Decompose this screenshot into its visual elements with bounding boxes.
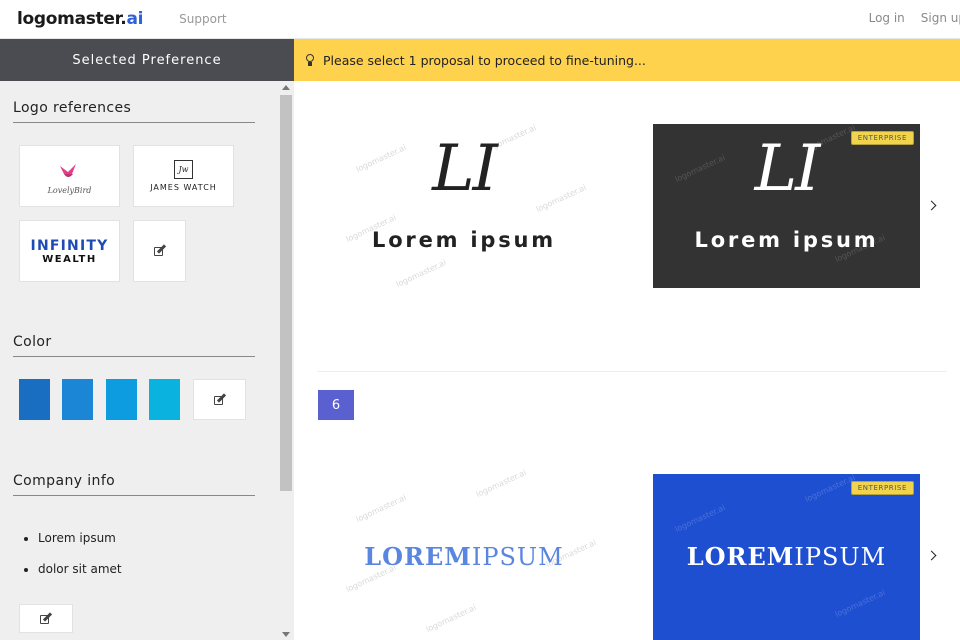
wordmark-bold: LOREM bbox=[686, 542, 795, 571]
watermark: logomaster.ai bbox=[354, 492, 408, 525]
logo-reference-lovelybird[interactable]: LovelyBird bbox=[19, 145, 120, 207]
color-swatch-1[interactable] bbox=[19, 379, 50, 420]
proposal-preview-light[interactable]: logomaster.ai logomaster.ai logomaster.a… bbox=[334, 123, 594, 290]
sidebar-title: Selected Preference bbox=[0, 39, 294, 81]
proposal-monogram: LI bbox=[432, 132, 498, 206]
banner-text: Please select 1 proposal to proceed to f… bbox=[323, 52, 646, 68]
brand-logo[interactable]: logomaster.ai bbox=[17, 9, 143, 29]
proposal-divider bbox=[317, 371, 947, 372]
watermark: logomaster.ai bbox=[394, 257, 448, 290]
logo-references-heading: Logo references bbox=[13, 100, 255, 123]
edit-icon bbox=[153, 244, 167, 258]
watermark: logomaster.ai bbox=[474, 467, 528, 500]
edit-company-info-button[interactable] bbox=[19, 604, 73, 633]
color-swatch-3[interactable] bbox=[106, 379, 137, 420]
watermark: logomaster.ai bbox=[833, 587, 887, 620]
edit-references-button[interactable] bbox=[133, 220, 186, 282]
color-heading: Color bbox=[13, 334, 255, 357]
sidebar-scrollbar[interactable] bbox=[280, 81, 292, 640]
edit-icon bbox=[39, 611, 53, 626]
brand-name: logomaster. bbox=[17, 9, 127, 29]
support-link[interactable]: Support bbox=[179, 12, 226, 26]
signup-link[interactable]: Sign up bbox=[921, 11, 960, 25]
proposal-wordmark: Lorem ipsum bbox=[372, 228, 556, 252]
watermark: logomaster.ai bbox=[803, 472, 857, 505]
james-watch-label: JAMES WATCH bbox=[150, 183, 217, 192]
proposal-serif-wordmark: LOREMIPSUM bbox=[334, 542, 594, 571]
chevron-right-icon[interactable] bbox=[926, 550, 937, 561]
top-navbar: logomaster.ai Support Log in Sign up bbox=[0, 0, 960, 39]
wealth-label: WEALTH bbox=[42, 253, 97, 265]
preference-sidebar: Selected Preference Logo references Love… bbox=[0, 39, 294, 640]
enterprise-badge: ENTERPRISE bbox=[850, 481, 914, 495]
proposal-preview-dark[interactable]: logomaster.ai logomaster.ai logomaster.a… bbox=[653, 123, 920, 288]
proposals-area: logomaster.ai logomaster.ai logomaster.a… bbox=[294, 81, 960, 640]
logo-reference-infinity-wealth[interactable]: INFINITY WEALTH bbox=[19, 220, 120, 282]
color-swatch-4[interactable] bbox=[149, 379, 180, 420]
watermark: logomaster.ai bbox=[673, 502, 727, 535]
proposal-preview-blue[interactable]: logomaster.ai logomaster.ai logomaster.a… bbox=[653, 472, 920, 640]
watermark: logomaster.ai bbox=[424, 602, 478, 635]
company-info-list: Lorem ipsum dolor sit amet bbox=[38, 531, 122, 593]
instruction-banner: Please select 1 proposal to proceed to f… bbox=[294, 39, 960, 81]
proposal-number-badge: 6 bbox=[318, 390, 354, 420]
lightbulb-icon bbox=[306, 54, 314, 66]
proposal-serif-wordmark: LOREMIPSUM bbox=[653, 542, 920, 571]
color-swatch-2[interactable] bbox=[62, 379, 93, 420]
login-link[interactable]: Log in bbox=[869, 11, 905, 25]
company-info-item: Lorem ipsum bbox=[38, 531, 122, 545]
wordmark-bold: LOREM bbox=[364, 542, 472, 571]
wordmark-light: IPSUM bbox=[794, 543, 887, 571]
lovelybird-label: LovelyBird bbox=[47, 185, 92, 195]
edit-colors-button[interactable] bbox=[193, 379, 246, 420]
scroll-up-arrow-icon[interactable] bbox=[282, 85, 290, 90]
enterprise-badge: ENTERPRISE bbox=[850, 131, 914, 145]
wordmark-light: IPSUM bbox=[471, 543, 564, 571]
company-info-heading: Company info bbox=[13, 473, 255, 496]
chevron-right-icon[interactable] bbox=[926, 200, 937, 211]
company-info-item: dolor sit amet bbox=[38, 562, 122, 576]
scroll-down-arrow-icon[interactable] bbox=[282, 632, 290, 637]
infinity-label: INFINITY bbox=[30, 237, 109, 254]
brand-suffix: ai bbox=[126, 9, 144, 29]
scrollbar-thumb[interactable] bbox=[280, 95, 292, 491]
edit-icon bbox=[213, 392, 227, 407]
auth-links: Log in Sign up bbox=[869, 11, 960, 25]
logo-reference-james-watch[interactable]: Jw JAMES WATCH bbox=[133, 145, 234, 207]
proposal-wordmark: Lorem ipsum bbox=[694, 228, 879, 252]
jw-monogram: Jw bbox=[174, 160, 193, 179]
proposal-preview-light-2[interactable]: logomaster.ai logomaster.ai logomaster.a… bbox=[334, 468, 598, 640]
